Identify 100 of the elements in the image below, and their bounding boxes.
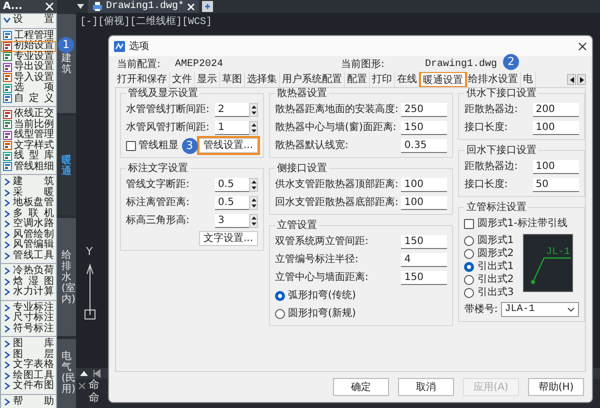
sidebar-header[interactable]: 设 置 — [1, 15, 56, 26]
spinner-button[interactable] — [249, 196, 258, 210]
field-label: 回水支管距散热器底部距离: — [275, 196, 398, 210]
left-arrow-icon — [568, 76, 574, 84]
checkbox[interactable] — [126, 140, 136, 150]
input-field[interactable]: 100 — [401, 178, 448, 192]
radio-button[interactable] — [464, 262, 474, 272]
radio-button[interactable] — [464, 236, 474, 246]
sidebar-item[interactable]: 导入设置 — [1, 72, 56, 83]
radio-button[interactable] — [275, 308, 286, 318]
settings-button[interactable]: 文字设置... — [198, 231, 258, 246]
number-field[interactable]: 0.5 — [215, 178, 250, 192]
sidebar-item[interactable]: 多 联 机 — [1, 208, 56, 219]
close-icon[interactable] — [578, 42, 587, 50]
field-label: 水管管线打断间距: — [126, 102, 210, 117]
input-field[interactable]: 150 — [401, 270, 448, 284]
chevron-icon — [3, 16, 11, 24]
sidebar-item[interactable]: 工程管理 — [1, 30, 56, 41]
number-field[interactable]: 0.5 — [215, 196, 250, 210]
settings-button[interactable]: 管线设置... — [198, 138, 258, 153]
scroll-right-button[interactable] — [577, 74, 586, 85]
sidebar-item[interactable]: 线型管理 — [1, 130, 56, 140]
up-icon[interactable] — [79, 369, 89, 378]
input-field[interactable]: 250 — [401, 102, 448, 116]
dropdown[interactable]: JLA-1 — [500, 302, 579, 317]
sidebar-item[interactable]: 符号标注 — [1, 324, 56, 334]
radio-button[interactable] — [464, 288, 474, 298]
side-tab[interactable]: 暖通 — [57, 116, 76, 216]
checkbox[interactable] — [464, 218, 474, 228]
info-value: Drawing1.dwg — [425, 58, 498, 72]
tool-icon — [3, 130, 12, 140]
input-field[interactable]: 50 — [532, 178, 579, 192]
sidebar-item[interactable]: 自 定 义 — [1, 94, 56, 104]
spinner-button[interactable] — [249, 178, 258, 192]
leader-drawing — [530, 257, 571, 284]
radio-button[interactable] — [275, 290, 286, 300]
sidebar-item[interactable]: 文字表格 — [1, 360, 56, 370]
sidebar-item[interactable]: 焓 湿 图 — [1, 276, 56, 287]
sidebar-item[interactable]: 图 层 — [1, 350, 56, 360]
sidebar-item[interactable]: 建 筑 — [1, 177, 56, 188]
group-title: 标注文字设置 — [126, 163, 190, 174]
document-tab[interactable]: Drawing1.dwg* — [88, 0, 200, 13]
input-field[interactable]: 100 — [401, 196, 448, 210]
radio-button[interactable] — [464, 248, 474, 258]
sidebar-item[interactable]: 绘图工具 — [1, 370, 56, 381]
right-arrow-icon — [578, 76, 584, 84]
input-field[interactable]: 150 — [401, 120, 448, 134]
radio-button[interactable] — [464, 274, 474, 284]
sidebar-item[interactable]: 风管绘制 — [1, 230, 56, 240]
sidebar-item[interactable]: 管线粗细 — [1, 162, 56, 172]
sidebar-item[interactable]: 专业标注 — [1, 302, 56, 313]
sidebar-item[interactable]: 选 项 — [1, 83, 56, 94]
side-tab[interactable]: 给排水(室内) — [57, 218, 76, 336]
field-label: 接口长度: — [464, 120, 508, 135]
viewport-label[interactable]: [-][俯视][二维线框][WCS] — [76, 13, 600, 32]
dialog-tab[interactable]: 暖通设置 — [420, 72, 466, 87]
spinner-button[interactable] — [249, 120, 258, 134]
radio-label: 圆形扣弯(新规) — [288, 306, 356, 321]
sidebar-item[interactable]: 空调水路 — [1, 219, 56, 230]
sidebar-item[interactable]: 专业设置 — [1, 52, 56, 62]
sidebar-item[interactable]: 线 型 库 — [1, 151, 56, 162]
spinner-button[interactable] — [249, 214, 258, 228]
number-field[interactable]: 1 — [215, 120, 250, 134]
tool-icon — [3, 152, 12, 161]
side-tab[interactable]: 电气(民用) — [57, 338, 76, 408]
dialog-button[interactable]: 取消 — [398, 378, 454, 396]
sidebar-item[interactable]: 图 库 — [1, 339, 56, 350]
input-field[interactable]: 0.35 — [401, 138, 448, 152]
sidebar-item[interactable]: 水力计算 — [1, 287, 56, 298]
sidebar-item[interactable]: 地板盘管 — [1, 198, 56, 208]
sidebar-item[interactable]: 尺寸标注 — [1, 313, 56, 324]
caret-icon[interactable] — [76, 2, 85, 11]
tool-icon — [3, 52, 12, 62]
scroll-left-button[interactable] — [567, 74, 576, 85]
input-field[interactable]: 100 — [532, 120, 579, 134]
caret-icon — [566, 307, 575, 312]
dialog-button[interactable]: 帮助(H) — [528, 378, 584, 396]
dialog-button[interactable]: 确定 — [333, 378, 389, 396]
number-field[interactable]: 2 — [215, 102, 250, 116]
info-value: AMEP2024 — [175, 58, 224, 72]
sidebar-item[interactable]: 冷热负荷 — [1, 266, 56, 276]
previous-icon[interactable] — [92, 369, 102, 378]
sidebar-item[interactable]: 风管编辑 — [1, 240, 56, 250]
sidebar-item[interactable]: 文件布图 — [1, 381, 56, 392]
sidebar-item[interactable]: 采 暖 — [1, 188, 56, 198]
sidebar-item[interactable]: 管线工具 — [1, 250, 56, 261]
spinner-button[interactable] — [249, 102, 258, 116]
sidebar-item[interactable]: 当前比例 — [1, 120, 56, 130]
sidebar-item[interactable]: 文字样式 — [1, 140, 56, 151]
new-tab-icon[interactable] — [202, 1, 214, 12]
field-label: 标注离管距离: — [126, 196, 190, 210]
input-field[interactable]: 150 — [401, 234, 448, 248]
input-field[interactable]: 100 — [532, 160, 579, 174]
input-field[interactable]: 200 — [532, 102, 579, 116]
sidebar-item[interactable]: 依线正交 — [1, 109, 56, 120]
sidebar-item[interactable]: 帮 助 — [1, 396, 56, 407]
input-field[interactable]: 4 — [401, 252, 448, 266]
number-field[interactable]: 3 — [215, 214, 250, 228]
sidebar-item[interactable]: 导出设置 — [1, 62, 56, 72]
down-arrow-icon — [250, 204, 257, 208]
